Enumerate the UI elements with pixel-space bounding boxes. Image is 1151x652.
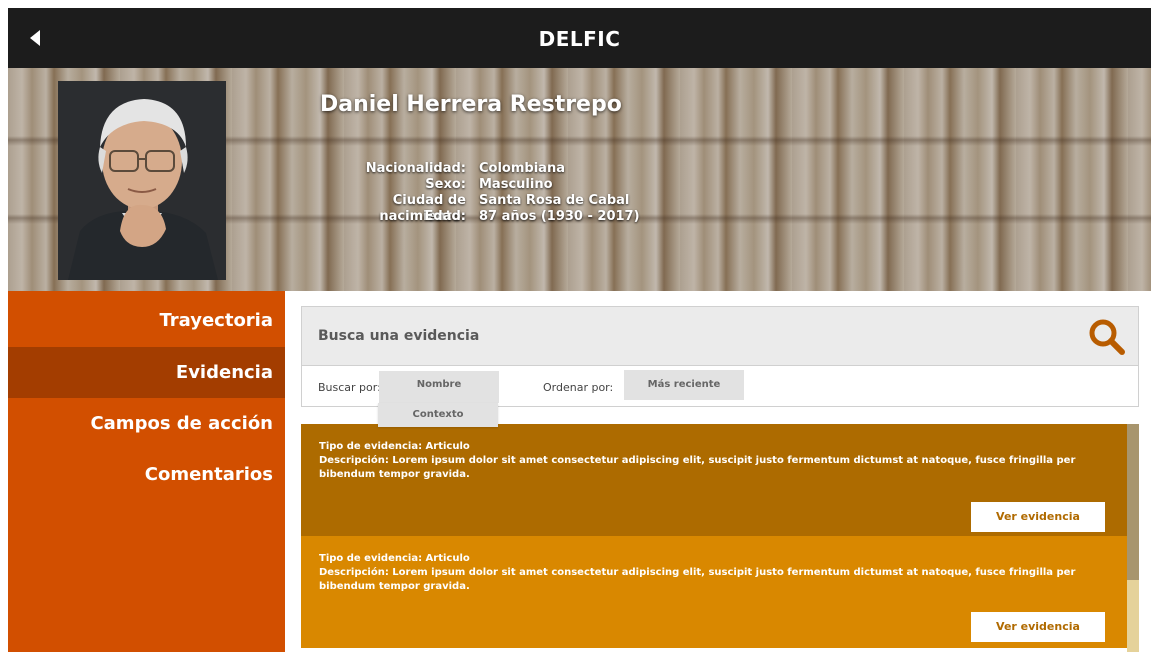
birth-city-label: Ciudad de nacimiento: (379, 193, 466, 224)
search-panel: Buscar por: Nombre Ordenar por: Más reci… (301, 306, 1139, 407)
sex-label: Sexo: (425, 177, 466, 192)
view-evidence-button[interactable]: Ver evidencia (971, 612, 1105, 642)
app-frame: DELFIC Daniel Herrera Restrepo Nacionali… (8, 8, 1151, 652)
sidebar-item-evidencia[interactable]: Evidencia (8, 347, 285, 398)
sort-by-label: Ordenar por: (543, 381, 614, 394)
evidence-type: Tipo de evidencia: Articulo (319, 441, 470, 452)
sex-value: Masculino (479, 177, 553, 192)
search-by-option-contexto[interactable]: Contexto (378, 403, 498, 427)
main-content: Buscar por: Nombre Ordenar por: Más reci… (285, 291, 1151, 652)
search-by-option-nombre[interactable]: Nombre (379, 371, 499, 403)
profile-field-labels: Nacionalidad: Sexo: Ciudad de nacimiento… (308, 161, 466, 225)
profile-banner: Daniel Herrera Restrepo Nacionalidad: Se… (8, 68, 1151, 291)
top-bar: DELFIC (8, 8, 1151, 68)
search-bar (302, 307, 1138, 366)
birth-city-value: Santa Rosa de Cabal (479, 193, 630, 208)
evidence-card: Tipo de evidencia: Articulo Descripción:… (301, 424, 1127, 536)
nationality-value: Colombiana (479, 161, 565, 176)
person-name: Daniel Herrera Restrepo (320, 92, 622, 117)
profile-photo (58, 81, 226, 280)
portrait-image (58, 81, 226, 280)
nationality-label: Nacionalidad: (365, 161, 466, 176)
search-by-label: Buscar por: (318, 381, 381, 394)
sidebar-item-campos-de-accion[interactable]: Campos de acción (8, 398, 285, 449)
profile-field-values: Colombiana Masculino Santa Rosa de Cabal… (479, 161, 779, 225)
search-icon[interactable] (1088, 318, 1126, 356)
search-input[interactable] (318, 322, 1058, 350)
view-evidence-button[interactable]: Ver evidencia (971, 502, 1105, 532)
evidence-description: Descripción: Lorem ipsum dolor sit amet … (319, 455, 1076, 480)
evidence-list-scrollbar[interactable] (1127, 424, 1139, 652)
age-value: 87 años (1930 - 2017) (479, 209, 640, 224)
sidebar-nav: Trayectoria Evidencia Campos de acción C… (8, 291, 285, 652)
evidence-description: Descripción: Lorem ipsum dolor sit amet … (319, 567, 1076, 592)
sidebar-item-comentarios[interactable]: Comentarios (8, 449, 285, 500)
sort-by-select[interactable]: Más reciente (624, 370, 744, 400)
scrollbar-thumb[interactable] (1127, 424, 1139, 580)
app-title: DELFIC (538, 27, 621, 51)
evidence-card: Tipo de evidencia: Articulo Descripción:… (301, 536, 1127, 648)
sidebar-item-trayectoria[interactable]: Trayectoria (8, 295, 285, 346)
evidence-type: Tipo de evidencia: Articulo (319, 553, 470, 564)
